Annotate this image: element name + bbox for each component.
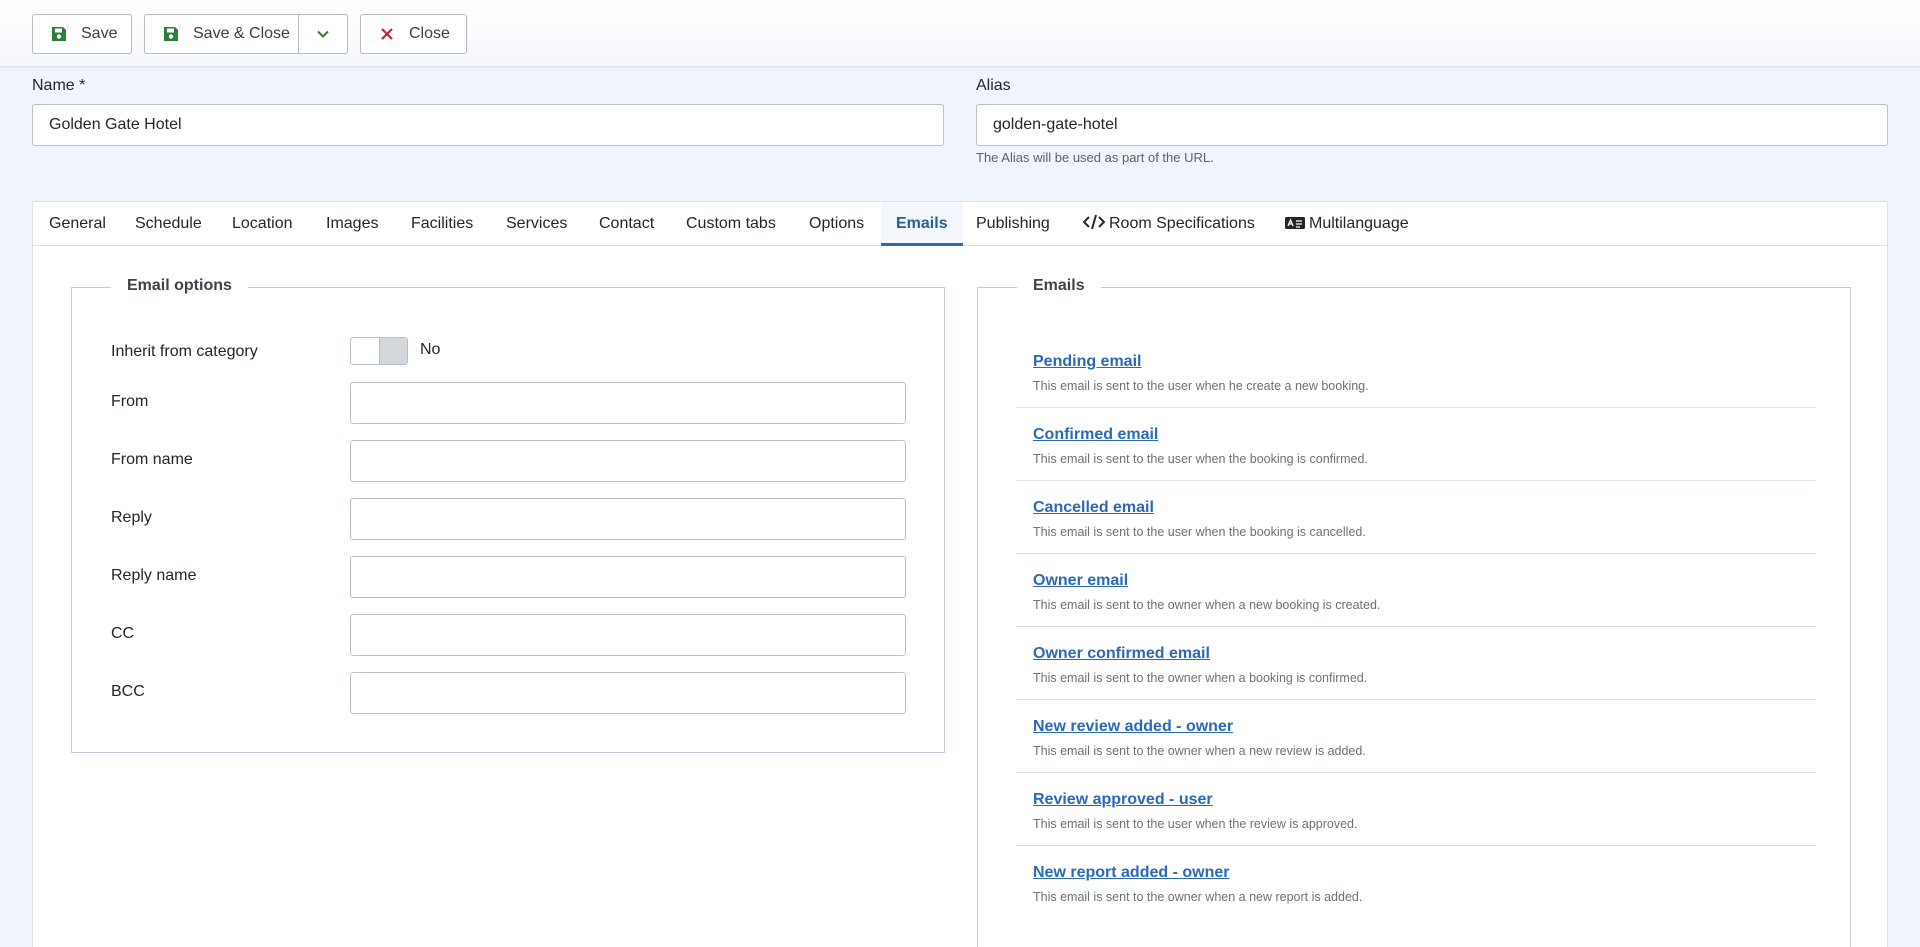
emails-fieldset: Emails Pending email This email is sent … xyxy=(977,277,1851,947)
tab-options[interactable]: Options xyxy=(809,202,864,246)
floppy-disk-icon xyxy=(164,27,178,41)
item-edit-panel: General Schedule Location Images Facilit… xyxy=(32,201,1888,947)
tab-room-specifications[interactable]: Room Specifications xyxy=(1082,202,1255,246)
list-item: Confirmed email This email is sent to th… xyxy=(1016,408,1816,481)
from-input[interactable] xyxy=(350,382,906,424)
list-item: Review approved - user This email is sen… xyxy=(1016,773,1816,846)
email-options-fieldset: Email options Inherit from category No F… xyxy=(71,277,945,753)
new-review-added-owner-description: This email is sent to the owner when a n… xyxy=(1033,744,1366,758)
owner-confirmed-email-description: This email is sent to the owner when a b… xyxy=(1033,671,1368,685)
list-item: New review added - owner This email is s… xyxy=(1016,700,1816,773)
alias-label: Alias xyxy=(976,77,1011,94)
new-report-added-owner-description: This email is sent to the owner when a n… xyxy=(1033,890,1363,904)
name-input[interactable] xyxy=(32,104,944,146)
cc-label: CC xyxy=(111,625,135,642)
close-icon xyxy=(381,28,393,40)
tab-multilanguage-label: Multilanguage xyxy=(1309,215,1409,232)
tab-bar: General Schedule Location Images Facilit… xyxy=(33,202,1887,246)
tab-location[interactable]: Location xyxy=(232,202,293,246)
owner-email-link[interactable]: Owner email xyxy=(1033,572,1128,590)
cancelled-email-link[interactable]: Cancelled email xyxy=(1033,499,1154,517)
reply-label: Reply xyxy=(111,509,152,526)
list-item: Cancelled email This email is sent to th… xyxy=(1016,481,1816,554)
from-name-input[interactable] xyxy=(350,440,906,482)
tab-facilities[interactable]: Facilities xyxy=(411,202,473,246)
save-and-close-button[interactable]: Save & Close xyxy=(144,14,298,54)
language-card-icon xyxy=(1285,217,1305,229)
floppy-disk-icon xyxy=(52,27,66,41)
save-button-label: Save xyxy=(81,25,118,42)
pending-email-description: This email is sent to the user when he c… xyxy=(1033,379,1369,393)
list-item: Pending email This email is sent to the … xyxy=(1016,335,1816,408)
reply-name-input[interactable] xyxy=(350,556,906,598)
tab-images[interactable]: Images xyxy=(326,202,378,246)
save-button[interactable]: Save xyxy=(32,14,132,54)
chevron-down-icon xyxy=(317,30,329,38)
inherit-from-category-toggle[interactable] xyxy=(350,337,408,365)
confirmed-email-description: This email is sent to the user when the … xyxy=(1033,452,1368,466)
tab-emails[interactable]: Emails xyxy=(881,202,963,246)
from-label: From xyxy=(111,393,149,410)
review-approved-user-link[interactable]: Review approved - user xyxy=(1033,791,1213,809)
alias-input[interactable] xyxy=(976,104,1888,146)
inherit-from-category-label: Inherit from category xyxy=(111,343,258,360)
owner-email-description: This email is sent to the owner when a n… xyxy=(1033,598,1381,612)
toggle-knob xyxy=(379,338,407,364)
list-item: New report added - owner This email is s… xyxy=(1016,846,1816,919)
toolbar: Save Save & Close Close xyxy=(0,0,1920,67)
list-item: Owner confirmed email This email is sent… xyxy=(1016,627,1816,700)
emails-legend: Emails xyxy=(1017,277,1101,295)
pending-email-link[interactable]: Pending email xyxy=(1033,353,1141,371)
save-options-dropdown-button[interactable] xyxy=(298,14,348,54)
list-item: Owner email This email is sent to the ow… xyxy=(1016,554,1816,627)
tab-publishing[interactable]: Publishing xyxy=(976,202,1050,246)
tab-schedule[interactable]: Schedule xyxy=(135,202,202,246)
cancelled-email-description: This email is sent to the user when the … xyxy=(1033,525,1366,539)
email-options-legend: Email options xyxy=(111,277,248,295)
name-label: Name * xyxy=(32,77,86,94)
alias-hint: The Alias will be used as part of the UR… xyxy=(976,150,1214,165)
review-approved-user-description: This email is sent to the user when the … xyxy=(1033,817,1358,831)
tab-contact[interactable]: Contact xyxy=(599,202,654,246)
tab-general[interactable]: General xyxy=(49,202,106,246)
reply-input[interactable] xyxy=(350,498,906,540)
new-review-added-owner-link[interactable]: New review added - owner xyxy=(1033,718,1233,736)
new-report-added-owner-link[interactable]: New report added - owner xyxy=(1033,864,1229,882)
bcc-label: BCC xyxy=(111,683,145,700)
save-and-close-label: Save & Close xyxy=(193,25,290,42)
from-name-label: From name xyxy=(111,451,193,468)
confirmed-email-link[interactable]: Confirmed email xyxy=(1033,426,1158,444)
bcc-input[interactable] xyxy=(350,672,906,714)
close-button[interactable]: Close xyxy=(360,14,467,54)
reply-name-label: Reply name xyxy=(111,567,197,584)
inherit-from-category-value: No xyxy=(420,341,441,358)
cc-input[interactable] xyxy=(350,614,906,656)
close-button-label: Close xyxy=(409,25,450,42)
tab-room-specifications-label: Room Specifications xyxy=(1109,215,1255,232)
tab-multilanguage[interactable]: Multilanguage xyxy=(1285,202,1409,246)
code-icon xyxy=(1082,214,1106,230)
owner-confirmed-email-link[interactable]: Owner confirmed email xyxy=(1033,645,1210,663)
tab-custom-tabs[interactable]: Custom tabs xyxy=(686,202,776,246)
tab-services[interactable]: Services xyxy=(506,202,567,246)
